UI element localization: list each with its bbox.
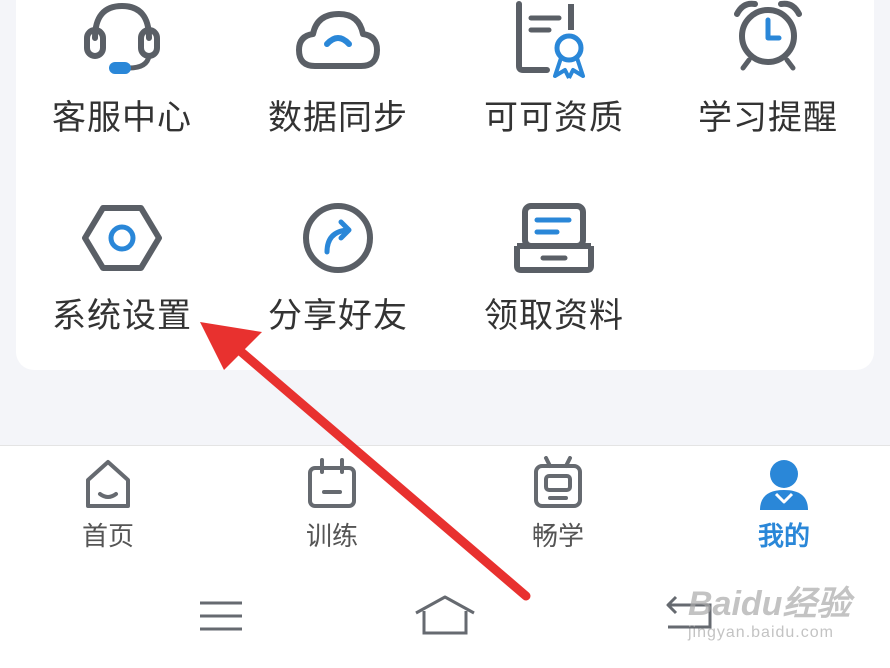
watermark-url: jingyan.baidu.com [688, 624, 834, 641]
profile-screen: 客服中心 数据同步 可可资质 学习提醒 系统设置 分享好友 领取资料 首页 训练… [0, 0, 890, 668]
profile-icon [714, 456, 854, 512]
services-card: 客服中心 数据同步 可可资质 学习提醒 系统设置 分享好友 领取资料 [16, 0, 874, 370]
tab-label: 畅学 [531, 522, 584, 552]
tab-changxue[interactable]: 畅学 [488, 456, 628, 556]
share-arrow-icon [238, 198, 438, 278]
tab-mine[interactable]: 我的 [714, 456, 854, 556]
calendar-icon [262, 456, 402, 512]
grid-label: 系统设置 [52, 296, 192, 336]
grid-item-share-friends[interactable]: 分享好友 [238, 198, 438, 348]
grid-item-system-settings[interactable]: 系统设置 [22, 198, 222, 348]
menu-icon[interactable] [186, 591, 256, 641]
inbox-tray-icon [454, 198, 654, 278]
cloud-sync-icon [238, 0, 438, 80]
grid-item-customer-service[interactable]: 客服中心 [22, 0, 222, 150]
grid-label: 客服中心 [52, 98, 192, 138]
tv-icon [488, 456, 628, 512]
certificate-icon [454, 0, 654, 80]
grid-label: 数据同步 [268, 98, 408, 138]
headset-icon [22, 0, 222, 80]
grid-label: 领取资料 [484, 296, 624, 336]
grid-item-qualification[interactable]: 可可资质 [454, 0, 654, 150]
settings-hexagon-icon [22, 198, 222, 278]
baidu-watermark: Baidu经验 jingyan.baidu.com [688, 576, 878, 662]
tab-label: 我的 [757, 522, 810, 552]
grid-item-study-reminder[interactable]: 学习提醒 [668, 0, 868, 150]
grid-label: 学习提醒 [698, 98, 838, 138]
bottom-tab-bar: 首页 训练 畅学 我的 [0, 445, 890, 563]
grid-item-data-sync[interactable]: 数据同步 [238, 0, 438, 150]
home-nav-icon[interactable] [410, 591, 480, 641]
grid-label: 可可资质 [484, 98, 624, 138]
grid-label: 分享好友 [268, 296, 408, 336]
alarm-clock-icon [668, 0, 868, 80]
tab-label: 首页 [81, 522, 134, 552]
tab-training[interactable]: 训练 [262, 456, 402, 556]
tab-label: 训练 [305, 522, 358, 552]
home-icon [38, 456, 178, 512]
tab-home[interactable]: 首页 [38, 456, 178, 556]
watermark-brand: Baidu经验 [688, 585, 851, 623]
grid-item-get-materials[interactable]: 领取资料 [454, 198, 654, 348]
